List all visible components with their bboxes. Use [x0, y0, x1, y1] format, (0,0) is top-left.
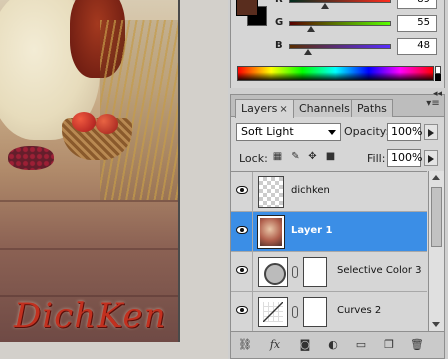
plank-line	[0, 200, 178, 202]
layers-bottom-toolbar: ⛓ fx ◙ ◐ ▭ ❐ 🗑	[231, 331, 444, 358]
photo-image: DichKen	[0, 0, 178, 342]
blend-mode-select[interactable]: Soft Light	[236, 123, 341, 141]
panel-menu-icon[interactable]: ▾≡	[426, 98, 440, 112]
channel-g-label: G	[275, 17, 284, 28]
opacity-input[interactable]: 100%	[387, 123, 422, 141]
apple-shape	[96, 114, 118, 134]
canvas-edge	[178, 0, 180, 342]
layer-mask-thumbnail[interactable]	[303, 257, 327, 287]
channel-r-label: R	[275, 0, 283, 5]
chain-link-icon[interactable]	[292, 266, 298, 278]
layers-panel: Layers × Channels Paths ◂◂ ▾≡ Soft Light …	[230, 89, 445, 359]
lock-all-icon[interactable]: ■	[324, 150, 337, 163]
selective-color-icon	[258, 257, 288, 287]
tab-channels[interactable]: Channels	[293, 99, 356, 117]
opacity-label: Opacity:	[344, 125, 390, 138]
channel-b-label: B	[275, 40, 283, 51]
chevron-down-icon	[328, 130, 336, 135]
channel-b-value[interactable]: 48	[397, 38, 437, 55]
layer-row-dichken[interactable]: dichken	[231, 172, 427, 212]
plank-line	[0, 248, 178, 250]
group-folder-icon[interactable]: ▭	[353, 337, 369, 353]
opacity-slider-toggle[interactable]	[424, 124, 438, 140]
layer-name: dichken	[291, 185, 330, 196]
eye-icon	[236, 186, 248, 194]
lock-pixels-icon[interactable]: ✎	[289, 150, 302, 163]
chain-link-icon[interactable]	[292, 306, 298, 318]
new-layer-icon[interactable]: ❐	[381, 337, 397, 353]
black-swatch[interactable]	[435, 74, 441, 81]
trash-icon[interactable]: 🗑	[409, 337, 425, 353]
document-canvas[interactable]: DichKen	[0, 0, 228, 359]
layer-row-curves-2[interactable]: Curves 2	[231, 292, 427, 331]
channel-g-value[interactable]: 55	[397, 15, 437, 32]
visibility-toggle[interactable]	[231, 292, 253, 331]
fill-label: Fill:	[367, 152, 386, 165]
lock-position-icon[interactable]: ✥	[306, 150, 319, 163]
grass-shape	[100, 20, 178, 200]
lock-transparency-icon[interactable]: ▦	[271, 150, 284, 163]
panel-tabs: Layers × Channels Paths ◂◂ ▾≡	[231, 89, 444, 118]
channel-r: R 89	[275, 0, 440, 9]
color-panel: R 89 G 55 B 48	[230, 0, 445, 88]
apple-shape	[72, 112, 96, 132]
layer-name: Curves 2	[337, 305, 382, 316]
blend-mode-value: Soft Light	[241, 125, 294, 138]
eye-icon	[236, 226, 248, 234]
fill-input[interactable]: 100%	[387, 149, 422, 167]
lock-label: Lock:	[239, 152, 268, 165]
grapes-shape	[8, 146, 54, 170]
layer-thumbnail	[258, 176, 284, 208]
channel-r-knob[interactable]	[320, 3, 329, 9]
channel-b: B 48	[275, 38, 440, 55]
close-icon[interactable]: ×	[279, 104, 287, 115]
eye-icon	[236, 266, 248, 274]
layer-thumbnail	[257, 215, 285, 249]
adjustment-icon[interactable]: ◐	[325, 337, 341, 353]
link-icon[interactable]: ⛓	[237, 337, 253, 353]
tab-layers-label: Layers	[241, 102, 278, 115]
visibility-toggle[interactable]	[231, 212, 253, 252]
foreground-color-swatch[interactable]	[236, 0, 258, 16]
curves-icon	[258, 297, 288, 327]
layer-row-selective-color-3[interactable]: Selective Color 3	[231, 252, 427, 292]
layer-row-layer-1[interactable]: Layer 1	[231, 212, 427, 252]
scroll-up-icon[interactable]	[432, 175, 440, 180]
signature-watermark: DichKen	[14, 296, 167, 336]
mono-swatches[interactable]	[435, 66, 441, 81]
color-spectrum-ramp[interactable]	[237, 66, 434, 81]
layer-list-scrollbar[interactable]	[428, 171, 444, 331]
mask-icon[interactable]: ◙	[297, 337, 313, 353]
fill-slider-toggle[interactable]	[424, 150, 438, 166]
fx-icon[interactable]: fx	[267, 337, 283, 353]
channel-g: G 55	[275, 15, 440, 32]
layer-name: Selective Color 3	[337, 265, 422, 276]
layer-list: dichken Layer 1 Selective Color 3 Curves…	[231, 171, 427, 331]
tab-paths-label: Paths	[357, 102, 387, 115]
white-swatch[interactable]	[435, 66, 441, 74]
visibility-toggle[interactable]	[231, 252, 253, 292]
tab-channels-label: Channels	[299, 102, 350, 115]
scroll-thumb[interactable]	[431, 187, 442, 247]
channel-r-slider[interactable]	[289, 0, 391, 3]
channel-r-value[interactable]: 89	[397, 0, 437, 9]
tab-paths[interactable]: Paths	[351, 99, 393, 117]
visibility-toggle[interactable]	[231, 172, 253, 212]
layer-mask-thumbnail[interactable]	[303, 297, 327, 327]
tab-layers[interactable]: Layers ×	[235, 99, 294, 118]
scroll-down-icon[interactable]	[432, 322, 440, 327]
layer-name: Layer 1	[291, 225, 333, 236]
eye-icon	[236, 306, 248, 314]
channel-g-knob[interactable]	[307, 26, 316, 32]
channel-b-knob[interactable]	[304, 49, 313, 55]
channel-g-slider[interactable]	[289, 21, 391, 26]
